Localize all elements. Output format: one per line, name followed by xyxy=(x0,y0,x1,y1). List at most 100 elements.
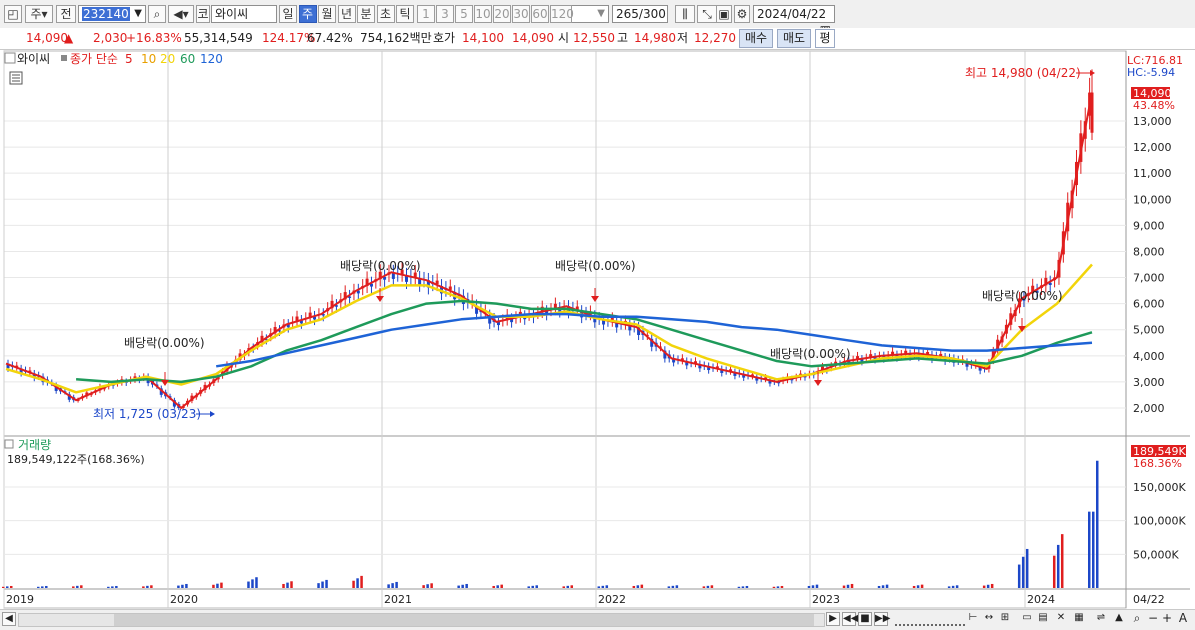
ma-legend-5: 5 xyxy=(125,52,133,66)
stock-chart[interactable]: 와이씨 종가 단순 5 10 20 60 120 LC:716.81 HC:-5… xyxy=(0,50,1195,610)
zoom-in-icon[interactable]: + xyxy=(1160,612,1174,626)
ma-legend-120: 120 xyxy=(200,52,223,66)
volume-bar xyxy=(216,583,219,588)
period-tab-2[interactable]: 월 xyxy=(318,5,336,23)
period-tab-6[interactable]: 틱 xyxy=(396,5,414,23)
interval-button-1[interactable]: 1 xyxy=(417,5,435,23)
draw-tool-icon[interactable]: ⤡ xyxy=(697,5,717,23)
volume-bar xyxy=(426,584,429,588)
tool-icon-9[interactable]: ▲ xyxy=(1112,612,1126,626)
stock-name-field[interactable]: 와이씨 xyxy=(211,5,277,23)
price-tick: 10,000 xyxy=(1133,193,1172,206)
tool-icon-5[interactable]: ▤ xyxy=(1036,612,1050,626)
code-input[interactable]: 232140 ▼ xyxy=(78,5,146,23)
chart-area[interactable]: 와이씨 종가 단순 5 10 20 60 120 LC:716.81 HC:-5… xyxy=(0,50,1195,610)
volume-bar xyxy=(842,585,846,588)
open-price: 12,550 xyxy=(573,31,615,45)
volume-bar xyxy=(745,585,749,588)
market-type-select[interactable]: 주▾ xyxy=(25,5,53,23)
interval-button-120[interactable]: 120 xyxy=(550,5,574,23)
font-size-icon[interactable]: A xyxy=(1176,612,1190,626)
ask-price-2: 14,090 xyxy=(512,31,554,45)
x-label: 2023 xyxy=(812,593,840,606)
volume-bar xyxy=(492,585,495,588)
volume-bar xyxy=(671,585,675,588)
volume-bar xyxy=(640,584,644,588)
candle-type-icon[interactable]: ⫼ xyxy=(675,5,695,23)
tool-icon-8[interactable]: ⇌ xyxy=(1094,612,1108,626)
volume-tick: 50,000K xyxy=(1133,548,1179,561)
turnover-rate: 67.42% xyxy=(307,31,353,45)
interval-button-20[interactable]: 20 xyxy=(493,5,511,23)
price-tick: 3,000 xyxy=(1133,376,1165,389)
zoom-out-icon[interactable]: − xyxy=(1146,612,1160,626)
scroll-left-icon[interactable]: ◀ xyxy=(2,612,16,626)
tool-icon-2[interactable]: ↔ xyxy=(982,612,996,626)
volume-bar xyxy=(951,585,955,588)
interval-button-3[interactable]: 3 xyxy=(436,5,454,23)
volume-bar xyxy=(111,586,114,588)
zoom-slider[interactable] xyxy=(895,614,965,626)
buy-button[interactable]: 매수 xyxy=(739,29,773,48)
save-icon[interactable]: ▣ xyxy=(716,5,732,23)
count-field[interactable]: 265/300 xyxy=(612,5,668,23)
prev-button[interactable]: 전 xyxy=(56,5,76,23)
ma-legend-icon xyxy=(61,55,67,61)
dividend-label: 배당락(0.00%) xyxy=(124,336,205,350)
stop-icon[interactable]: ■ xyxy=(858,612,872,626)
period-tab-0[interactable]: 일 xyxy=(279,5,297,23)
flat-button[interactable]: 평 xyxy=(815,29,835,48)
interval-button-30[interactable]: 30 xyxy=(512,5,530,23)
volume-tick: 150,000K xyxy=(1133,481,1186,494)
rewind-icon[interactable]: ◀◀ xyxy=(842,612,858,626)
volume-bar xyxy=(570,585,574,588)
low-label: 저 xyxy=(677,31,689,45)
volume-bar xyxy=(1017,564,1021,588)
sound-icon[interactable]: ◀▾ xyxy=(168,5,194,23)
gear-icon[interactable]: ⚙ xyxy=(734,5,750,23)
period-tab-1[interactable]: 주 xyxy=(298,5,317,23)
period-tab-5[interactable]: 초 xyxy=(376,5,395,23)
period-tab-4[interactable]: 분 xyxy=(357,5,375,23)
ma-legend-10: 10 xyxy=(141,52,156,66)
search-icon[interactable]: ⌕ xyxy=(148,5,166,23)
volume-tick: 100,000K xyxy=(1133,515,1186,528)
dividend-label: 배당락(0.00%) xyxy=(770,347,851,361)
fast-forward-icon[interactable]: ▶▶ xyxy=(874,612,890,626)
change-percent: +16.83% xyxy=(126,31,182,45)
volume-bar xyxy=(500,584,503,588)
sell-button[interactable]: 매도 xyxy=(777,29,811,48)
interval-button-5[interactable]: 5 xyxy=(455,5,473,23)
tool-icon-4[interactable]: ▭ xyxy=(1020,612,1034,626)
current-price: 14,090 xyxy=(26,31,68,45)
zoom-search-icon[interactable]: ⌕ xyxy=(1130,612,1144,626)
date-field[interactable]: 2024/04/22▦ xyxy=(753,5,835,37)
volume-bar xyxy=(920,584,924,588)
volume-bar xyxy=(850,583,854,588)
tool-icon-3[interactable]: ⊞ xyxy=(998,612,1012,626)
scroll-right-icon[interactable]: ▶ xyxy=(826,612,840,626)
stock-prefix: 코 xyxy=(196,5,210,23)
tool-icon-7[interactable]: ▦ xyxy=(1072,612,1086,626)
volume-bar xyxy=(982,585,986,588)
price-tick: 6,000 xyxy=(1133,298,1165,311)
volume-bar xyxy=(496,585,499,588)
volume-bar xyxy=(780,585,784,588)
last-date-label: 04/22 xyxy=(1133,593,1165,606)
volume-bar xyxy=(360,575,363,588)
volume-bar xyxy=(185,583,188,588)
volume-bar xyxy=(675,585,679,588)
volume-bar xyxy=(566,585,570,588)
interval-select[interactable]: ▼ xyxy=(571,5,609,23)
scrollbar-thumb[interactable] xyxy=(114,614,814,626)
tool-icon-6[interactable]: ✕ xyxy=(1054,612,1068,626)
interval-button-60[interactable]: 60 xyxy=(531,5,549,23)
window-menu-icon[interactable]: ◰ xyxy=(4,5,22,23)
ma-legend-20: 20 xyxy=(160,52,175,66)
interval-button-10[interactable]: 10 xyxy=(474,5,492,23)
price-tick: 12,000 xyxy=(1133,141,1172,154)
period-tab-3[interactable]: 년 xyxy=(337,5,356,23)
tool-icon-1[interactable]: ⊢ xyxy=(966,612,980,626)
horizontal-scrollbar[interactable] xyxy=(18,613,825,627)
volume-bar xyxy=(356,578,359,588)
